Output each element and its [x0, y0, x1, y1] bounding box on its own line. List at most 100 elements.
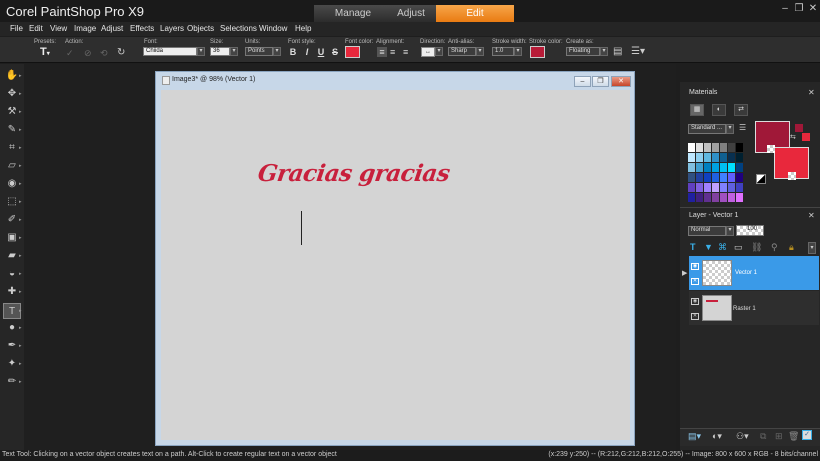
tool-flyout-icon[interactable]: ▸ — [19, 163, 22, 169]
tool-flyout-icon[interactable]: ▸ — [19, 253, 22, 259]
cancel-icon[interactable]: ⊘ — [84, 48, 92, 59]
tool-flyout-icon[interactable]: ▸ — [19, 308, 22, 314]
color-swatch[interactable] — [696, 143, 703, 152]
adjustment-menu-icon[interactable]: ⚇▾ — [736, 431, 749, 442]
layer-name-raster1[interactable]: Raster 1 — [733, 306, 756, 312]
strikethrough-button[interactable]: S — [330, 47, 340, 57]
palette-select[interactable]: Standard ... — [688, 124, 726, 134]
palette-menu-icon[interactable]: ☰ — [739, 123, 746, 132]
layers-options-icon[interactable]: ▾ — [808, 242, 816, 254]
lock-layer-icon[interactable]: 🔒︎ — [789, 242, 794, 253]
doc-minimize-button[interactable]: – — [574, 76, 591, 87]
fg-mini-swatch[interactable] — [795, 124, 803, 132]
align-center-icon[interactable]: ≡ — [390, 47, 395, 57]
color-swatch[interactable] — [728, 163, 735, 172]
text-preset-icon[interactable]: T▾ — [40, 46, 50, 58]
color-swatch[interactable] — [704, 143, 711, 152]
bold-button[interactable]: B — [288, 47, 298, 57]
rainbow-frame-icon[interactable]: ◐ — [712, 104, 726, 116]
color-swatch[interactable] — [688, 183, 695, 192]
swap-colors-icon[interactable]: ⇆ — [790, 133, 796, 141]
mask-menu-icon[interactable]: ◐▾ — [712, 431, 722, 442]
color-swatch[interactable] — [696, 193, 703, 202]
color-swatch[interactable] — [736, 193, 743, 202]
stroke-width-input[interactable]: 1.0 — [492, 47, 514, 56]
color-swatch[interactable] — [736, 153, 743, 162]
visibility-icon[interactable]: ◉ — [691, 298, 699, 305]
color-swatch[interactable] — [696, 153, 703, 162]
menu-layers[interactable]: Layers — [160, 24, 184, 33]
underline-button[interactable]: U — [316, 47, 326, 57]
stroke-color-swatch[interactable] — [530, 46, 545, 58]
delete-layer-icon[interactable]: 🗑︎ — [788, 431, 799, 442]
tool-flyout-icon[interactable]: ▸ — [19, 109, 22, 115]
color-swatch[interactable] — [688, 163, 695, 172]
menu-selections[interactable]: Selections — [220, 24, 257, 33]
layer-name-vector1[interactable]: Vector 1 — [735, 270, 757, 276]
color-swatch[interactable] — [696, 183, 703, 192]
new-vector-layer-icon[interactable]: T — [690, 242, 696, 252]
tool-flyout-icon[interactable]: ▸ — [19, 127, 22, 133]
mask-icon[interactable]: ✕ — [691, 278, 699, 285]
antialias-dropdown-icon[interactable]: ▾ — [476, 47, 484, 56]
color-swatch[interactable] — [736, 143, 743, 152]
color-swatch[interactable] — [728, 173, 735, 182]
color-swatch[interactable] — [696, 173, 703, 182]
menu-help[interactable]: Help — [295, 24, 311, 33]
font-dropdown-icon[interactable]: ▾ — [197, 47, 205, 56]
color-swatch[interactable] — [696, 163, 703, 172]
reset-colors-icon[interactable] — [756, 174, 766, 184]
color-swatch-grid[interactable] — [688, 143, 743, 203]
color-swatch[interactable] — [712, 163, 719, 172]
color-swatch[interactable] — [688, 153, 695, 162]
color-swatch[interactable] — [712, 173, 719, 182]
materials-close-icon[interactable]: ✕ — [808, 88, 815, 97]
close-button[interactable]: ✕ — [806, 3, 820, 15]
duplicate-icon[interactable]: ⧉ — [760, 431, 766, 442]
blend-dropdown-icon[interactable]: ▾ — [726, 226, 734, 236]
warp-text-icon[interactable]: ↻ — [117, 47, 125, 58]
color-swatch[interactable] — [704, 173, 711, 182]
raster1-thumbnail[interactable] — [702, 295, 732, 321]
align-left-icon[interactable]: ≡ — [377, 47, 387, 57]
tool-flyout-icon[interactable]: ▸ — [19, 325, 22, 331]
tool-flyout-icon[interactable]: ▸ — [19, 181, 22, 187]
lock-transparency-icon[interactable]: ⚲ — [771, 242, 778, 253]
direction-dropdown-icon[interactable]: ▾ — [435, 47, 443, 56]
color-swatch[interactable] — [720, 143, 727, 152]
color-swatch[interactable] — [736, 183, 743, 192]
color-swatch[interactable] — [728, 183, 735, 192]
doc-close-button[interactable]: ✕ — [611, 76, 631, 87]
color-swatch[interactable] — [728, 153, 735, 162]
color-swatch[interactable] — [688, 193, 695, 202]
color-swatch[interactable] — [704, 193, 711, 202]
tool-flyout-icon[interactable]: ▸ — [19, 271, 22, 277]
bg-transparent-icon[interactable] — [788, 172, 796, 180]
new-layer-icon[interactable]: ▤▾ — [688, 431, 701, 442]
color-swatch[interactable] — [728, 143, 735, 152]
stroke-width-dropdown-icon[interactable]: ▾ — [514, 47, 522, 56]
tool-flyout-icon[interactable]: ▸ — [19, 361, 22, 367]
link-layer-icon[interactable]: ⛓ — [751, 242, 762, 253]
menu-objects[interactable]: Objects — [187, 24, 214, 33]
mask-icon[interactable]: ✕ — [691, 313, 699, 320]
tool-flyout-icon[interactable]: ▸ — [19, 289, 22, 295]
color-swatch[interactable] — [704, 183, 711, 192]
save-preset-icon[interactable]: ▤ — [613, 46, 622, 57]
menu-image[interactable]: Image — [74, 24, 96, 33]
color-swatch[interactable] — [720, 153, 727, 162]
antialias-select[interactable]: Sharp — [448, 47, 476, 56]
new-group-icon[interactable]: ⌘ — [718, 242, 727, 253]
apply-icon[interactable]: ✓ — [66, 48, 74, 59]
menu-edit[interactable]: Edit — [29, 24, 43, 33]
bg-mini-swatch[interactable] — [802, 133, 810, 141]
italic-button[interactable]: I — [302, 47, 312, 57]
minimize-button[interactable]: – — [778, 3, 792, 15]
swatches-frame-icon[interactable]: ⇄ — [734, 104, 748, 116]
color-swatch[interactable] — [704, 153, 711, 162]
color-swatch[interactable] — [712, 153, 719, 162]
tool-flyout-icon[interactable]: ▸ — [19, 91, 22, 97]
restore-button[interactable]: ❐ — [792, 3, 806, 15]
doc-restore-button[interactable]: ❐ — [592, 76, 609, 87]
tool-flyout-icon[interactable]: ▸ — [19, 73, 22, 79]
